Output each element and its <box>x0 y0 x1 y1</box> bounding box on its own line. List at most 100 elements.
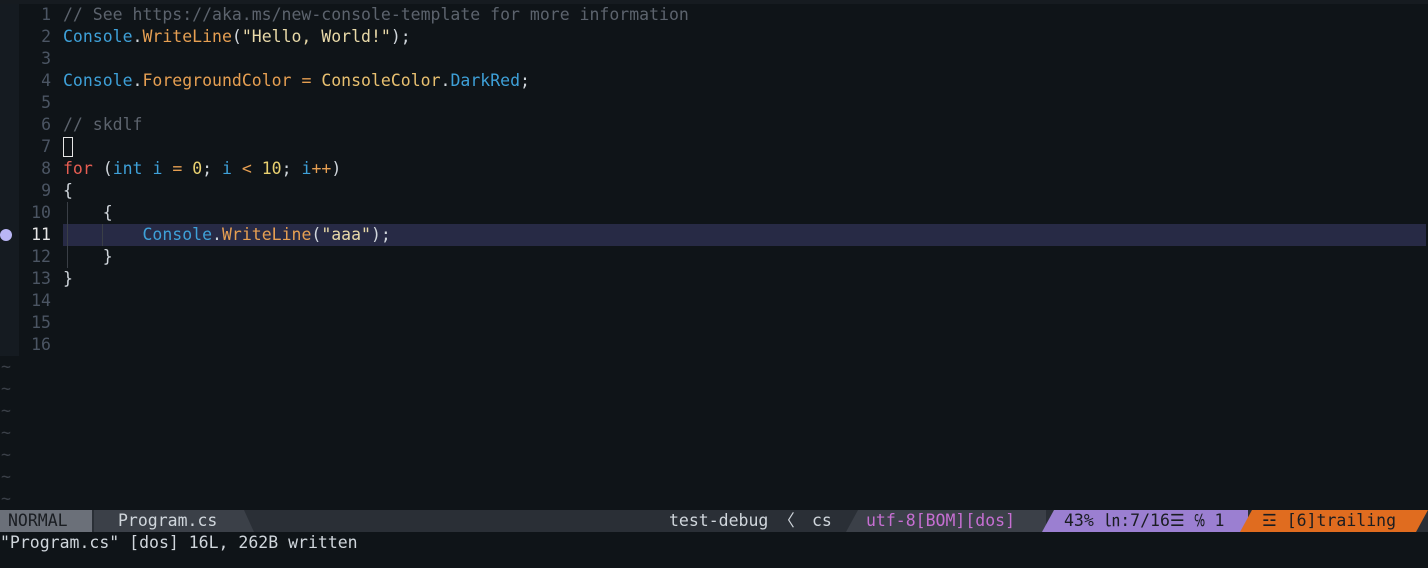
separator-icon <box>1416 510 1428 532</box>
code-token: 0 <box>192 159 203 178</box>
line-number: 2 <box>41 27 51 46</box>
line-content[interactable]: } <box>63 268 1426 290</box>
command-line[interactable]: "Program.cs" [dos] 16L, 262B written <box>0 532 358 554</box>
code-token: ; <box>281 159 292 178</box>
branch-name: test-debug <box>669 511 769 530</box>
line-content[interactable]: { <box>63 180 1426 202</box>
editor-buffer[interactable]: 1 // See https://aka.ms/new-console-templ… <box>0 4 1428 356</box>
line-content[interactable]: } <box>63 246 1426 268</box>
code-line[interactable]: 4 Console.ForegroundColor = ConsoleColor.… <box>0 70 1428 92</box>
code-line[interactable]: 6 // skdlf <box>0 114 1428 136</box>
code-token: "aaa" <box>321 225 371 244</box>
line-number: 12 <box>31 247 51 266</box>
line-number: 11 <box>31 225 51 244</box>
branch-separator-icon: 〈 <box>778 511 795 530</box>
code-token: = <box>301 71 312 90</box>
code-token: WriteLine <box>142 27 232 46</box>
code-token: 10 <box>261 159 282 178</box>
code-token: WriteLine <box>221 225 312 244</box>
line-content[interactable]: for (int i = 0; i < 10; i++) <box>63 158 1426 180</box>
code-token: . <box>132 27 143 46</box>
separator-icon <box>846 510 858 532</box>
line-content[interactable] <box>63 334 1426 356</box>
code-token: // skdlf <box>63 115 143 134</box>
line-content[interactable] <box>63 92 1426 114</box>
statusline-encoding: utf-8[BOM][dos] <box>858 510 1046 532</box>
code-line[interactable]: 12 } <box>0 246 1428 268</box>
line-number: 15 <box>31 313 51 332</box>
code-token: { <box>63 203 113 222</box>
line-number: 8 <box>41 159 51 178</box>
line-content[interactable]: Console.WriteLine("Hello, World!"); <box>63 26 1426 48</box>
code-line[interactable]: 16 <box>0 334 1428 356</box>
indent-guide <box>67 246 68 268</box>
line-number: 3 <box>41 49 51 68</box>
code-token: ); <box>390 27 411 46</box>
empty-line-tilde: ~ <box>1 379 11 398</box>
code-token: "Hello, World!" <box>241 27 391 46</box>
empty-line-tilde: ~ <box>1 401 11 420</box>
breakpoint-icon[interactable] <box>0 229 12 241</box>
code-line[interactable]: 1 // See https://aka.ms/new-console-templ… <box>0 4 1428 26</box>
empty-line-tilde: ~ <box>1 489 11 508</box>
line-number: 1 <box>41 5 51 24</box>
line-content[interactable]: { <box>63 202 1426 224</box>
code-line[interactable]: 11 Console.WriteLine("aaa"); <box>0 224 1428 246</box>
line-content[interactable]: // skdlf <box>63 114 1426 136</box>
code-line[interactable]: 15 <box>0 312 1428 334</box>
line-content[interactable] <box>63 48 1426 70</box>
line-number: 10 <box>31 203 51 222</box>
code-token: ) <box>331 159 342 178</box>
line-number: 9 <box>41 181 51 200</box>
statusline-trailing-warning: ☲ [6]trailing <box>1252 510 1428 532</box>
code-token: Console <box>63 27 133 46</box>
line-content[interactable]: Console.WriteLine("aaa"); <box>63 224 1426 246</box>
code-token: ( <box>231 27 242 46</box>
line-number: 4 <box>41 71 51 90</box>
code-token: ; <box>520 71 530 90</box>
empty-line-tilde: ~ <box>1 467 11 486</box>
line-number: 5 <box>41 93 51 112</box>
code-line[interactable]: 14 <box>0 290 1428 312</box>
empty-line-markers: ~ ~ ~ ~ ~ ~ ~ <box>0 356 11 510</box>
indent-guide <box>67 224 68 246</box>
code-line[interactable]: 8 for (int i = 0; i < 10; i++) <box>0 158 1428 180</box>
code-token: DarkRed <box>450 71 521 90</box>
line-content[interactable]: // See https://aka.ms/new-console-templa… <box>63 4 1426 26</box>
code-line[interactable]: 3 <box>0 48 1428 70</box>
line-content[interactable] <box>63 290 1426 312</box>
code-token: ; <box>202 159 213 178</box>
code-line[interactable]: 10 { <box>0 202 1428 224</box>
code-token: i <box>301 159 312 178</box>
separator-icon <box>1042 510 1054 532</box>
separator-icon <box>1240 510 1252 532</box>
code-line[interactable]: 2 Console.WriteLine("Hello, World!"); <box>0 26 1428 48</box>
line-content[interactable]: Console.ForegroundColor = ConsoleColor.D… <box>63 70 1426 92</box>
code-token: = <box>172 159 183 178</box>
code-line[interactable]: 9{ <box>0 180 1428 202</box>
statusline-branch: test-debug 〈 <box>669 510 795 532</box>
line-content[interactable] <box>63 136 1426 158</box>
code-line[interactable]: 7 <box>0 136 1428 158</box>
code-line[interactable]: 13} <box>0 268 1428 290</box>
statusline-filetype: cs <box>812 511 832 530</box>
empty-line-tilde: ~ <box>1 445 11 464</box>
statusline-position: 43% ㏑:7/16☰ ℅ 1 <box>1054 510 1248 532</box>
line-number: 7 <box>41 137 51 156</box>
empty-line-tilde: ~ <box>1 357 11 376</box>
code-token: . <box>132 71 143 90</box>
code-token: ( <box>311 225 322 244</box>
line-content[interactable] <box>63 312 1426 334</box>
empty-line-tilde: ~ <box>1 423 11 442</box>
code-line[interactable]: 5 <box>0 92 1428 114</box>
statusline-filename: Program.cs <box>94 510 244 532</box>
line-number: 16 <box>31 335 51 354</box>
vim-window: 1 // See https://aka.ms/new-console-templ… <box>0 0 1428 568</box>
